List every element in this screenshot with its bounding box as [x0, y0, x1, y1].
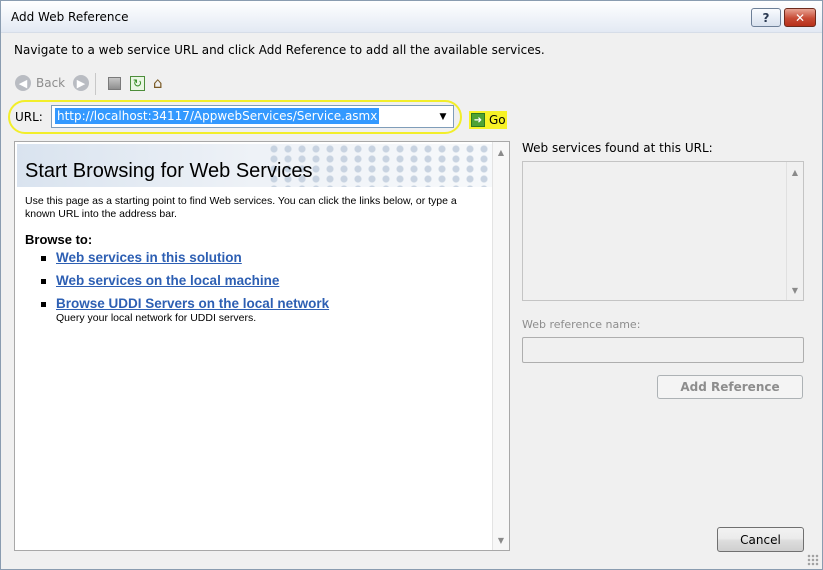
- toolbar-separator: [95, 73, 96, 95]
- web-reference-name-input[interactable]: [522, 337, 804, 363]
- browser-pane: Start Browsing for Web Services Use this…: [14, 141, 510, 551]
- bullet-icon: [41, 302, 46, 307]
- title-bar[interactable]: Add Web Reference ? ✕: [1, 1, 822, 33]
- back-label: Back: [36, 76, 66, 90]
- back-button[interactable]: ◀ Back: [15, 73, 65, 93]
- browser-intro: Use this page as a starting point to fin…: [25, 195, 457, 220]
- scroll-up-icon[interactable]: ▲: [493, 144, 509, 160]
- url-input[interactable]: http://localhost:34117/AppwebServices/Se…: [55, 108, 435, 125]
- help-button[interactable]: ?: [751, 8, 781, 27]
- stop-button[interactable]: [108, 73, 121, 93]
- cancel-button[interactable]: Cancel: [717, 527, 804, 552]
- link-description: Query your local network for UDDI server…: [56, 312, 257, 324]
- services-found-label: Web services found at this URL:: [522, 141, 713, 155]
- resize-grip-icon[interactable]: [807, 554, 819, 566]
- go-arrow-icon: ➜: [471, 113, 485, 127]
- close-button[interactable]: ✕: [784, 8, 816, 27]
- browser-title: Start Browsing for Web Services: [25, 160, 313, 182]
- web-reference-name-label: Web reference name:: [522, 318, 641, 331]
- url-label: URL:: [15, 110, 43, 124]
- add-reference-button[interactable]: Add Reference: [657, 375, 803, 399]
- browser-banner: Start Browsing for Web Services: [17, 144, 492, 187]
- bullet-icon: [41, 256, 46, 261]
- services-found-list[interactable]: ▲ ▼: [522, 161, 804, 301]
- browser-scrollbar[interactable]: ▲ ▼: [492, 142, 509, 550]
- scroll-down-icon[interactable]: ▼: [787, 282, 803, 298]
- add-web-reference-dialog: Add Web Reference ? ✕ Navigate to a web …: [0, 0, 823, 570]
- home-icon: ⌂: [153, 73, 163, 92]
- browse-to-heading: Browse to:: [25, 232, 93, 247]
- go-label: Go: [489, 113, 506, 127]
- stop-icon: [108, 76, 121, 90]
- scroll-down-icon[interactable]: ▼: [493, 532, 509, 548]
- forward-icon: ▶: [73, 75, 89, 91]
- close-icon: ✕: [794, 10, 806, 25]
- scroll-up-icon[interactable]: ▲: [787, 164, 803, 180]
- back-icon: ◀: [15, 75, 31, 91]
- bullet-icon: [41, 279, 46, 284]
- link-local-machine-services[interactable]: Web services on the local machine: [56, 273, 279, 288]
- home-button[interactable]: ⌂: [153, 73, 163, 93]
- help-icon: ?: [762, 10, 770, 25]
- instruction-text: Navigate to a web service URL and click …: [14, 43, 545, 57]
- services-scrollbar[interactable]: ▲ ▼: [786, 162, 803, 300]
- window-title: Add Web Reference: [11, 10, 129, 24]
- url-value: http://localhost:34117/AppwebServices/Se…: [55, 108, 380, 124]
- dropdown-arrow-icon[interactable]: ▼: [435, 108, 451, 125]
- link-uddi-servers[interactable]: Browse UDDI Servers on the local network: [56, 296, 329, 311]
- link-solution-services[interactable]: Web services in this solution: [56, 250, 242, 265]
- refresh-button[interactable]: ↻: [130, 73, 145, 93]
- go-button[interactable]: ➜ Go: [469, 111, 507, 129]
- forward-button[interactable]: ▶: [73, 73, 89, 93]
- refresh-icon: ↻: [130, 75, 145, 91]
- url-combobox[interactable]: http://localhost:34117/AppwebServices/Se…: [51, 105, 454, 128]
